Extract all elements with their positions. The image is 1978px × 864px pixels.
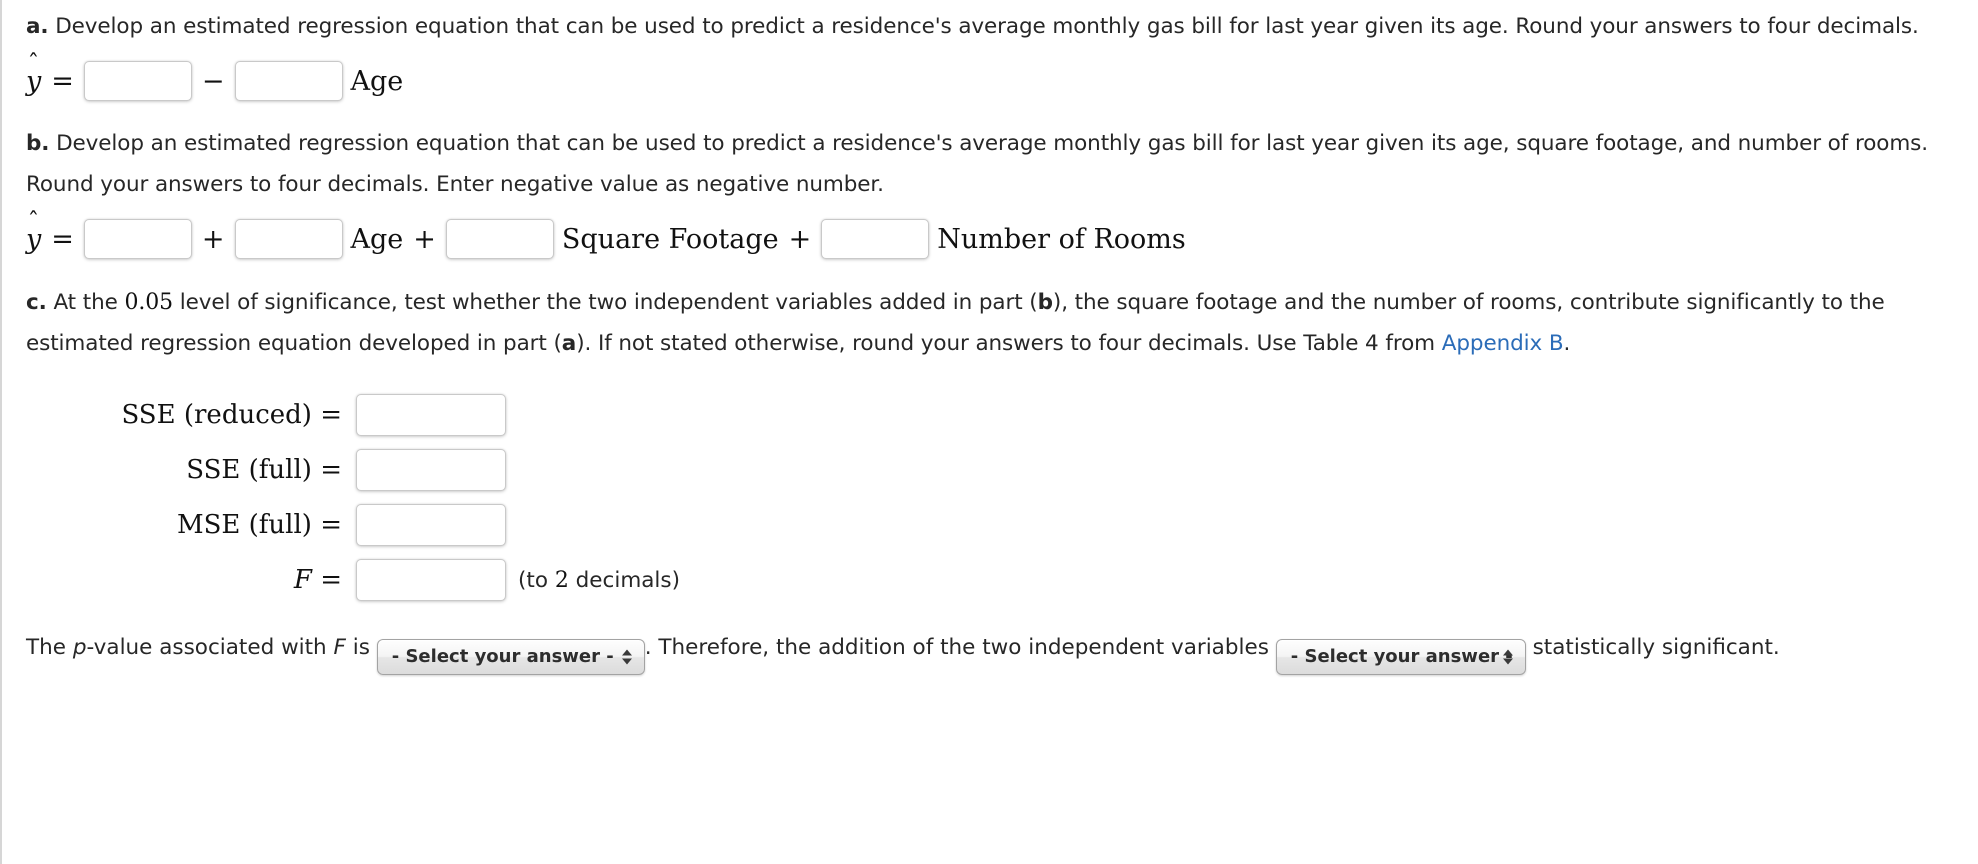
part-a-age-coefficient-input[interactable]: [234, 61, 343, 101]
part-b-label: b.: [26, 131, 50, 156]
part-c-text-4: ). If not stated otherwise, round your a…: [576, 331, 1442, 356]
significance-level-value: 0.05: [124, 290, 174, 315]
conclusion-text-4: . Therefore, the addition of the two ind…: [644, 635, 1276, 660]
part-c-ref-b: b: [1037, 290, 1053, 315]
part-a-equation-row: ˆy = − Age: [26, 49, 1954, 101]
select-stepper-arrows-icon-2: [1502, 649, 1513, 665]
f-statistic-label: F =: [293, 565, 342, 595]
part-a-age-label: Age: [350, 65, 404, 97]
y-hat-symbol-b: ˆy: [26, 207, 42, 255]
part-b-paragraph: b. Develop an estimated regression equat…: [26, 123, 1954, 205]
f-symbol-inline: F: [333, 635, 346, 660]
conclusion-text-3: is: [345, 635, 377, 660]
conclusion-text-2: -value associated with: [86, 635, 334, 660]
minus-sign-a: −: [201, 65, 225, 97]
f-note-pre: (to: [518, 567, 555, 593]
sse-full-input[interactable]: [356, 449, 506, 491]
p-value-select-label: - Select your answer -: [391, 646, 614, 667]
sse-full-label: SSE (full) =: [186, 455, 342, 485]
part-b-age-coefficient-input[interactable]: [234, 219, 343, 259]
appendix-b-link[interactable]: Appendix B: [1442, 331, 1564, 356]
part-b-sqft-coefficient-input[interactable]: [445, 219, 554, 259]
select-stepper-arrows-icon: [621, 649, 632, 665]
part-c-paragraph: c. At the 0.05 level of significance, te…: [26, 282, 1954, 364]
part-b-number-of-rooms-label: Number of Rooms: [937, 223, 1186, 255]
part-a-paragraph: a. Develop an estimated regression equat…: [26, 6, 1954, 47]
part-c-label: c.: [26, 290, 47, 315]
equals-sign-a: =: [51, 65, 74, 97]
significance-select-label: - Select your answer -: [1290, 646, 1513, 667]
sse-reduced-label: SSE (reduced) =: [121, 400, 342, 430]
part-a-intercept-input[interactable]: [83, 61, 192, 101]
sse-full-row: SSE (full) =: [26, 449, 1954, 491]
part-c-text-5: .: [1563, 331, 1571, 356]
significance-select[interactable]: - Select your answer -: [1275, 639, 1526, 675]
f-note-decimals: 2: [554, 567, 569, 593]
statistics-inputs-block: SSE (reduced) = SSE (full) = MSE (full) …: [26, 394, 1954, 601]
part-b-rooms-coefficient-input[interactable]: [821, 219, 930, 259]
sse-reduced-input[interactable]: [356, 394, 506, 436]
part-c-ref-a: a: [561, 331, 577, 356]
p-value-symbol: p: [72, 635, 87, 660]
mse-full-row: MSE (full) =: [26, 504, 1954, 546]
sse-reduced-row: SSE (reduced) =: [26, 394, 1954, 436]
part-b-equation-row: ˆy = + Age + Square Footage + Number of …: [26, 207, 1954, 259]
question-panel: a. Develop an estimated regression equat…: [0, 0, 1978, 864]
p-value-select[interactable]: - Select your answer -: [376, 639, 645, 675]
mse-full-input[interactable]: [356, 504, 506, 546]
y-hat-symbol-a: ˆy: [26, 49, 42, 97]
f-statistic-row: F = (to 2 decimals): [26, 559, 1954, 601]
plus-sign-b-3: +: [788, 223, 812, 255]
part-a-label: a.: [26, 14, 49, 39]
conclusion-text-5: statistically significant.: [1525, 635, 1780, 660]
conclusion-text-1: The: [26, 635, 73, 660]
part-a-text: Develop an estimated regression equation…: [55, 14, 1919, 39]
plus-sign-b-2: +: [413, 223, 436, 255]
plus-sign-b-1: +: [201, 223, 225, 255]
part-b-age-label: Age: [350, 223, 404, 255]
conclusion-paragraph: The p-value associated with F is - Selec…: [26, 627, 1954, 675]
question-content: a. Develop an estimated regression equat…: [14, 0, 1978, 675]
equals-sign-b: =: [51, 223, 74, 255]
part-c-text-1: At the: [53, 290, 125, 315]
part-b-text: Develop an estimated regression equation…: [26, 131, 1928, 197]
part-b-square-footage-label: Square Footage: [561, 223, 779, 255]
f-decimals-note: (to 2 decimals): [506, 568, 680, 593]
mse-full-label: MSE (full) =: [176, 510, 342, 540]
part-b-intercept-input[interactable]: [83, 219, 192, 259]
f-statistic-input[interactable]: [356, 559, 506, 601]
f-note-post: decimals): [568, 567, 680, 593]
part-c-text-2: level of significance, test whether the …: [173, 290, 1038, 315]
